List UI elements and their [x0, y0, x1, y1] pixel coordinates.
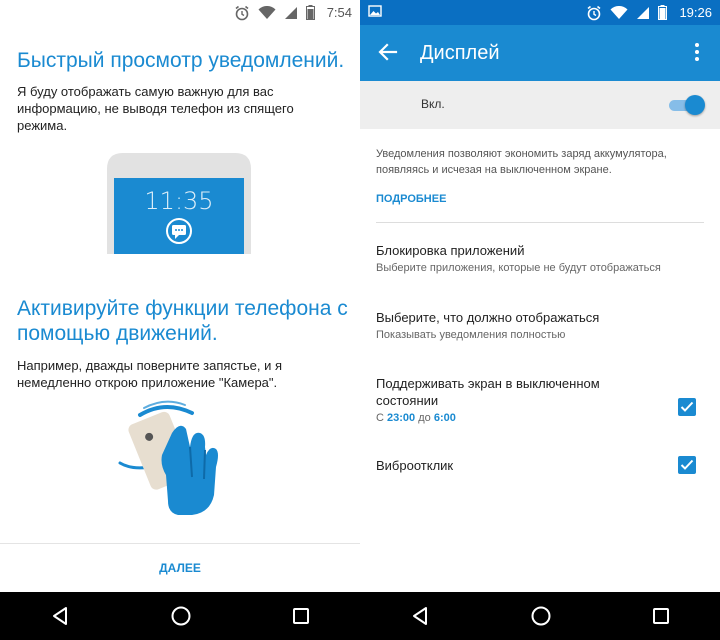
signal-icon — [636, 6, 650, 20]
status-time: 19:26 — [679, 5, 712, 20]
navigation-bar — [0, 592, 360, 640]
pref-schedule: С 23:00 до 6:00 — [376, 412, 456, 424]
gestures-description: Например, дважды поверните запястье, и я… — [17, 358, 283, 390]
onboarding-screen: 7:54 Быстрый просмотр уведомлений. Я буд… — [0, 0, 360, 640]
nav-recents-icon[interactable] — [652, 607, 670, 625]
overflow-menu-icon[interactable] — [694, 42, 700, 67]
battery-icon — [658, 5, 668, 20]
navigation-bar — [360, 592, 720, 640]
nav-home-icon[interactable] — [530, 605, 552, 627]
screens: 7:54 Быстрый просмотр уведомлений. Я буд… — [0, 0, 720, 640]
check-icon — [680, 459, 694, 470]
image-notification-icon — [368, 4, 382, 21]
pref-subtitle: Показывать уведомления полностью — [376, 329, 566, 341]
footer-divider — [0, 543, 360, 544]
status-bar: 19:26 — [360, 0, 720, 25]
glance-description: Я буду отображать самую важную для вас и… — [17, 84, 294, 133]
pref-keep-screen-off[interactable]: Поддерживать экран в выключенном состоян… — [376, 375, 656, 426]
nav-back-icon[interactable] — [50, 606, 70, 626]
feature-description: Уведомления позволяют экономить заряд ак… — [376, 148, 667, 176]
section-divider — [376, 222, 704, 223]
pref-subtitle: Выберите приложения, которые не будут от… — [376, 262, 661, 274]
keep-screen-off-checkbox[interactable] — [678, 398, 696, 416]
nav-back-icon[interactable] — [410, 606, 430, 626]
status-bar: 7:54 — [0, 0, 360, 25]
nav-home-icon[interactable] — [170, 605, 192, 627]
master-toggle[interactable] — [667, 95, 705, 115]
haptic-feedback-checkbox[interactable] — [678, 456, 696, 474]
pref-title: Выберите, что должно отображаться — [376, 310, 600, 325]
pref-app-blocking[interactable]: Блокировка приложений Выберите приложени… — [376, 242, 686, 276]
app-bar: Дисплей — [360, 25, 720, 81]
pref-title: Блокировка приложений — [376, 243, 525, 258]
learn-more-link[interactable]: ПОДРОБНЕЕ — [376, 193, 446, 205]
alarm-icon — [234, 5, 250, 21]
alarm-icon — [586, 5, 602, 21]
glance-title: Быстрый просмотр уведомлений. — [17, 49, 345, 72]
phone-clock: 11:35 — [144, 187, 213, 215]
pref-title: Виброотклик — [376, 458, 454, 473]
signal-icon — [284, 6, 298, 20]
pref-haptic-feedback[interactable]: Виброотклик — [376, 457, 686, 474]
pref-what-to-show[interactable]: Выберите, что должно отображаться Показы… — [376, 309, 686, 343]
wrist-gesture-illustration — [118, 400, 218, 515]
phone-illustration: 11:35 — [107, 153, 251, 254]
next-button[interactable]: ДАЛЕЕ — [0, 556, 360, 580]
gestures-title: Активируйте функции телефона с помощью д… — [17, 297, 348, 345]
master-switch-bar[interactable]: Вкл. — [360, 81, 720, 129]
display-settings-screen: 19:26 Дисплей Вкл. Уведомления позволяют… — [360, 0, 720, 640]
time-from[interactable]: 23:00 — [387, 412, 415, 424]
switch-label: Вкл. — [421, 97, 445, 111]
pref-title: Поддерживать экран в выключенном состоян… — [376, 376, 600, 408]
back-arrow-icon[interactable] — [376, 40, 400, 69]
nav-recents-icon[interactable] — [292, 607, 310, 625]
status-time: 7:54 — [326, 5, 352, 20]
time-to[interactable]: 6:00 — [434, 412, 456, 424]
page-title: Дисплей — [420, 42, 500, 64]
wifi-icon — [258, 5, 276, 20]
battery-icon — [305, 5, 315, 20]
wifi-icon — [610, 5, 628, 20]
check-icon — [680, 401, 694, 412]
